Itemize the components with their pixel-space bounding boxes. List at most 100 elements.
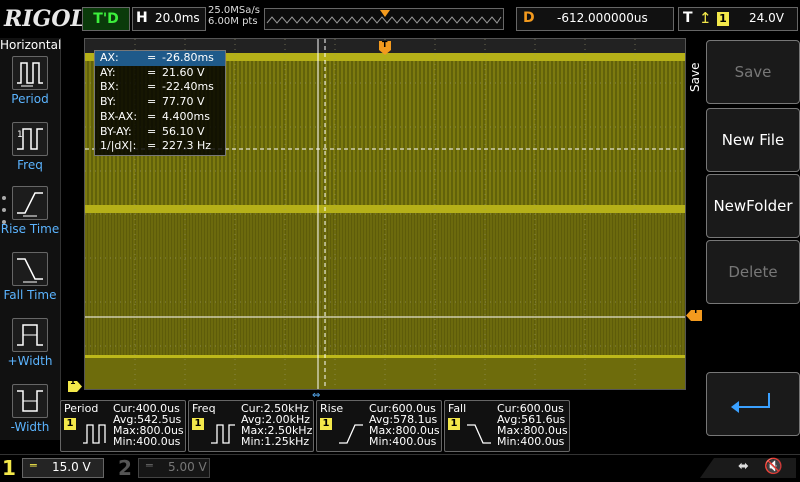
enter-button[interactable]	[706, 372, 800, 436]
menu-item-period[interactable]: Period	[0, 56, 60, 120]
rise-time-icon	[12, 186, 48, 220]
rigol-logo: RIGOL	[4, 6, 86, 32]
measure-channel: 1	[448, 418, 460, 430]
ch2-label[interactable]: 2	[118, 456, 132, 480]
measure-title: Fall	[448, 402, 467, 415]
timebase-value: 20.0ms	[155, 11, 200, 25]
ch1-ground-label: 1	[70, 377, 76, 386]
neg-width-icon	[12, 384, 48, 418]
waveform-overview-strip[interactable]	[264, 8, 504, 30]
cursor-value: 227.3 Hz	[162, 139, 212, 152]
menu-item-fall-time[interactable]: Fall Time	[0, 252, 60, 316]
freq-icon	[211, 424, 235, 444]
measure-min: Min:400.0us	[369, 435, 437, 448]
menu-item-label: +Width	[7, 354, 53, 368]
left-menu-items: Period 1 Freq Rise Time Fall Time +Width…	[0, 56, 60, 456]
cursor-row-ax: AX: = -26.80ms	[95, 51, 225, 66]
menu-scroll-dots[interactable]	[2, 196, 8, 236]
memory-depth: 6.00M pts	[208, 16, 258, 27]
cursor-key: BY:	[100, 95, 116, 108]
cursor-row-ay: AY: = 21.60 V	[100, 66, 205, 79]
cursor-value: -22.40ms	[162, 80, 214, 93]
menu-item-label: Freq	[17, 158, 43, 172]
measure-min: Min:400.0us	[113, 435, 181, 448]
measure-title: Period	[64, 402, 99, 415]
measure-title: Freq	[192, 402, 216, 415]
cursor-row-bx-ax: BX-AX: = 4.400ms	[100, 110, 210, 123]
cursor-value: -26.80ms	[162, 51, 214, 64]
cursor-key: 1/|dX|:	[100, 139, 137, 152]
enter-arrow-icon	[731, 393, 770, 413]
menu-item-freq[interactable]: 1 Freq	[0, 122, 60, 186]
measurement-freq[interactable]: Freq 1 Cur:2.50kHz Avg:2.00kHz Max:2.50k…	[188, 400, 314, 452]
ch1-ground-marker[interactable]: 1	[68, 377, 82, 392]
acquisition-info: 25.0MSa/s 6.00M pts	[208, 5, 260, 27]
trigger-level-value: 24.0V	[749, 11, 784, 25]
ch2-scale: 5.00 V	[168, 460, 207, 474]
menu-item-rise-time[interactable]: Rise Time	[0, 186, 60, 250]
menu-item-pos-width[interactable]: +Width	[0, 318, 60, 382]
pos-width-icon	[12, 318, 48, 352]
menu-item-label: Period	[11, 92, 49, 106]
measure-min: Min:1.25kHz	[241, 435, 310, 448]
run-status-badge[interactable]: T'D	[82, 7, 130, 31]
cursor-value: 4.400ms	[162, 110, 210, 123]
trigger-position-label: T	[382, 40, 388, 49]
right-menu-title-text: Save	[688, 62, 702, 92]
trigger-level-label: T	[693, 306, 699, 315]
ch1-label[interactable]: 1	[2, 456, 16, 480]
right-menu: Save New File NewFolder Delete	[706, 38, 800, 440]
cursor-key: BX:	[100, 80, 119, 93]
right-menu-title: Save	[688, 62, 704, 102]
menu-item-label: Rise Time	[0, 222, 60, 236]
overview-waveform-icon	[266, 10, 502, 24]
cursor-value: 77.70 V	[162, 95, 205, 108]
fall-time-icon	[467, 424, 491, 444]
measurement-rise[interactable]: Rise 1 Cur:600.0us Avg:578.1us Max:800.0…	[316, 400, 442, 452]
cursor-value: 21.60 V	[162, 66, 205, 79]
measure-channel: 1	[64, 418, 76, 430]
rising-edge-icon: ↥	[699, 9, 712, 27]
left-menu-title: Horizontal	[0, 38, 62, 52]
svg-text:1: 1	[17, 130, 23, 140]
cursor-row-by: BY: = 77.70 V	[100, 95, 205, 108]
measure-title: Rise	[320, 402, 344, 415]
horizontal-label: H	[136, 10, 148, 26]
period-icon	[83, 424, 106, 444]
menu-item-label: Fall Time	[3, 288, 57, 302]
trigger-level-marker[interactable]: T	[686, 306, 702, 321]
timebase-box[interactable]: H 20.0ms	[132, 7, 206, 31]
cursor-key: AX:	[100, 51, 119, 64]
new-folder-button[interactable]: NewFolder	[706, 174, 800, 238]
dc-coupling-icon: ═	[30, 459, 37, 472]
period-icon	[12, 56, 48, 90]
delay-value: -612.000000us	[557, 11, 648, 25]
cursor-row-by-ay: BY-AY: = 56.10 V	[100, 125, 205, 138]
cursor-value: 56.10 V	[162, 125, 205, 138]
trigger-delay-box[interactable]: D -612.000000us	[516, 7, 674, 31]
cursor-row-inv-dx: 1/|dX|: = 227.3 Hz	[100, 139, 212, 152]
cursor-key: BY-AY:	[100, 125, 132, 138]
menu-item-neg-width[interactable]: -Width	[0, 384, 60, 448]
measure-channel: 1	[320, 418, 332, 430]
delay-label: D	[523, 10, 535, 26]
save-button[interactable]: Save	[706, 40, 800, 104]
measurement-period[interactable]: Period 1 Cur:400.0us Avg:542.5us Max:800…	[60, 400, 186, 452]
measure-channel: 1	[192, 418, 204, 430]
freq-icon: 1	[12, 122, 48, 156]
cursor-key: BX-AX:	[100, 110, 138, 123]
trigger-settings-box[interactable]: T ↥ 1 24.0V	[678, 7, 798, 31]
cursor-key: AY:	[100, 66, 116, 79]
delete-button[interactable]: Delete	[706, 240, 800, 304]
speaker-muted-icon[interactable]: 🔇	[764, 457, 783, 475]
trigger-position-marker[interactable]: T	[379, 40, 391, 55]
new-file-button[interactable]: New File	[706, 108, 800, 172]
measurement-fall[interactable]: Fall 1 Cur:600.0us Avg:561.6us Max:800.0…	[444, 400, 570, 452]
cursor-row-bx: BX: = -22.40ms	[100, 80, 214, 93]
trigger-label: T	[683, 10, 693, 26]
fall-time-icon	[12, 252, 48, 286]
measure-min: Min:400.0us	[497, 435, 565, 448]
rise-time-icon	[339, 424, 363, 444]
trigger-source: 1	[717, 12, 729, 26]
usb-icon: ⬌	[738, 459, 749, 474]
